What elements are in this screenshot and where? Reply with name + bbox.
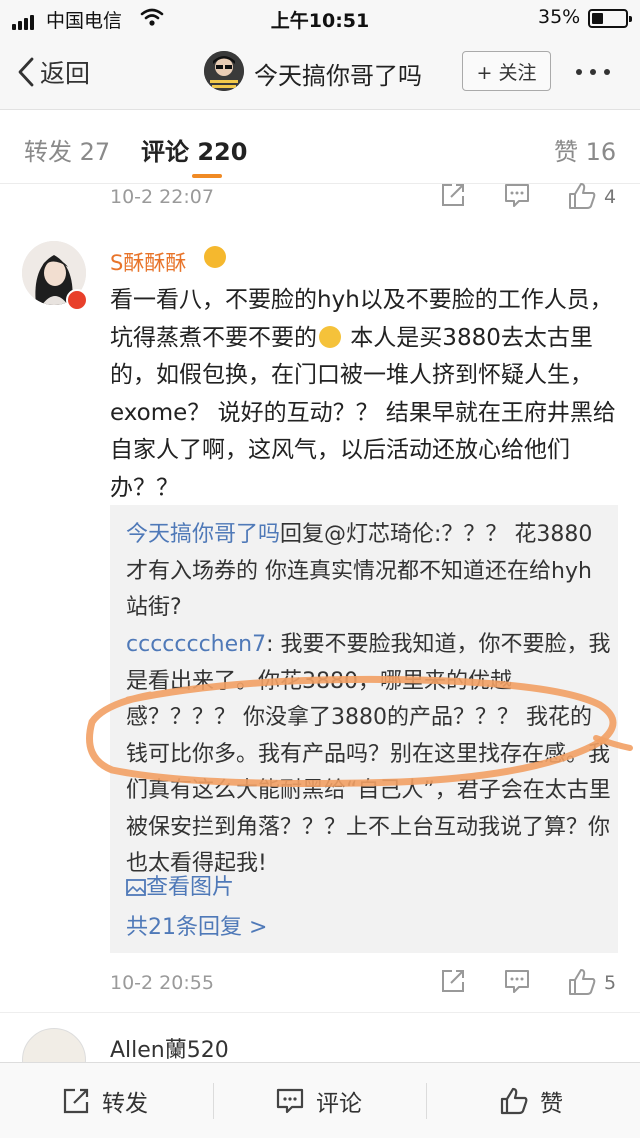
comment-button[interactable]: 评论 [276,1063,362,1138]
prev-comment-actions: 10-2 22:07 4 [0,180,640,220]
tab-comments[interactable]: 评论 220 [141,132,247,167]
nav-bar: 返回 今天搞你哥了吗 + 关注 [0,36,640,110]
like-button[interactable]: 赞 [500,1063,563,1138]
comment-time: 10-2 20:55 [110,972,214,994]
comment-actions: 10-2 20:55 5 [0,966,640,1006]
commenter-name[interactable]: Allen蘭520 [110,1032,229,1064]
avatar-image [204,51,244,91]
comment-time: 10-2 22:07 [110,186,214,208]
view-image-label: 查看图片 [146,875,235,900]
share-icon [63,1088,89,1114]
commenter-name[interactable]: S酥酥酥 [110,247,186,277]
comment-text: 看一看八，不要脸的hyh以及不要脸的工作人员，坑得蒸煮不要不要的 本人是买388… [110,282,620,507]
battery-percent: 35% [538,6,581,28]
repost-button[interactable]: 转发 [62,1063,148,1138]
back-arrow-icon [18,57,34,87]
comment-icon[interactable] [504,182,530,208]
toolbar-separator [213,1083,214,1119]
upside-down-face-emoji-icon [319,325,341,348]
verified-badge-icon [66,289,88,311]
like-count: 5 [604,972,617,994]
battery-icon [588,9,632,28]
like-label: 赞 [540,1091,563,1117]
tab-repost[interactable]: 转发 27 [24,132,110,167]
share-icon[interactable] [440,968,466,994]
like-count: 4 [604,186,617,208]
active-tab-indicator [192,174,222,178]
repost-label: 转发 [102,1091,148,1117]
comment-divider [0,1012,640,1013]
status-bar: 中国电信 上午10:51 35% [0,0,640,36]
tab-bar: 转发 27 评论 220 赞 16 [0,110,640,184]
page-title: 今天搞你哥了吗 [254,62,422,90]
reply-username[interactable]: 今天搞你哥了吗 [126,522,280,547]
toolbar-separator [426,1083,427,1119]
comment-icon[interactable] [504,968,530,994]
tab-likes[interactable]: 赞 16 [554,132,616,167]
view-image-link[interactable]: 查看图片 [126,869,234,901]
comment-label: 评论 [316,1091,362,1117]
reply-item[interactable]: 今天搞你哥了吗回复@灯芯琦伦:？？？ 花3880才有入场券的 你连真实情况都不知… [126,517,612,627]
like-icon[interactable] [568,182,596,210]
user-avatar[interactable] [204,51,244,91]
back-button[interactable]: 返回 [18,54,90,90]
share-icon[interactable] [440,182,466,208]
vip-crown-icon [204,246,226,268]
more-icon[interactable] [576,69,610,75]
comment-icon [276,1088,304,1114]
replies-box[interactable]: 今天搞你哥了吗回复@灯芯琦伦:？？？ 花3880才有入场券的 你连真实情况都不知… [110,505,618,953]
more-replies-link[interactable]: 共21条回复 > [126,909,267,941]
follow-button[interactable]: + 关注 [462,51,551,91]
reply-item[interactable]: ccccccchen7: 我要不要脸我知道，你不要脸，我是看出来了。你花3880… [126,627,612,883]
bottom-toolbar: 转发 评论 赞 [0,1062,640,1138]
image-icon [126,879,146,896]
reply-username[interactable]: ccccccchen7 [126,632,266,657]
back-label: 返回 [40,59,91,88]
like-icon[interactable] [568,968,596,996]
like-icon [500,1087,528,1115]
reply-text: : 我要不要脸我知道，你不要脸，我是看出来了。你花3880，哪里来的优越感？？？… [126,632,611,876]
